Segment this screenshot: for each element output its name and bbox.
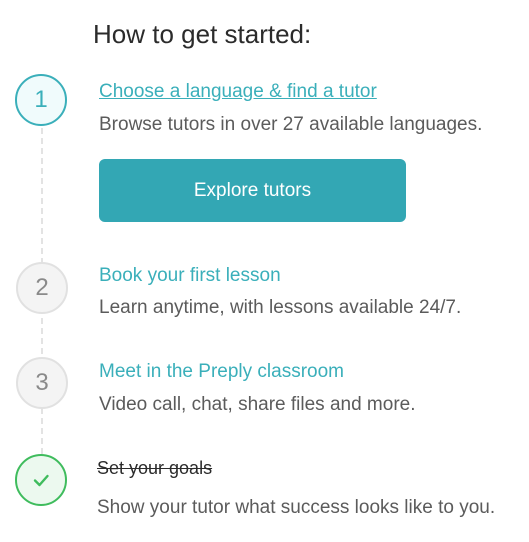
step-4-title: Set your goals bbox=[97, 458, 213, 478]
step-3-number: 3 bbox=[35, 369, 49, 396]
step-1-description: Browse tutors in over 27 available langu… bbox=[99, 114, 483, 135]
explore-tutors-button[interactable]: Explore tutors bbox=[99, 159, 406, 222]
page-title: How to get started: bbox=[93, 19, 312, 49]
step-1-number: 1 bbox=[34, 86, 48, 113]
step-2-number-circle: 2 bbox=[16, 262, 68, 314]
step-2-title: Book your first lesson bbox=[99, 265, 281, 286]
step-1-title-link[interactable]: Choose a language & find a tutor bbox=[99, 80, 377, 104]
step-1-number-circle: 1 bbox=[15, 74, 67, 126]
step-2-number: 2 bbox=[35, 274, 49, 301]
checkmark-icon bbox=[33, 474, 49, 487]
step-3-number-circle: 3 bbox=[16, 357, 68, 409]
step-4-completed-circle bbox=[15, 454, 67, 506]
step-3-title: Meet in the Preply classroom bbox=[99, 361, 344, 382]
step-2-description: Learn anytime, with lessons available 24… bbox=[99, 297, 462, 318]
explore-tutors-label: Explore tutors bbox=[193, 179, 312, 201]
step-4-description: Show your tutor what success looks like … bbox=[97, 497, 496, 518]
step-3-description: Video call, chat, share files and more. bbox=[99, 394, 416, 415]
